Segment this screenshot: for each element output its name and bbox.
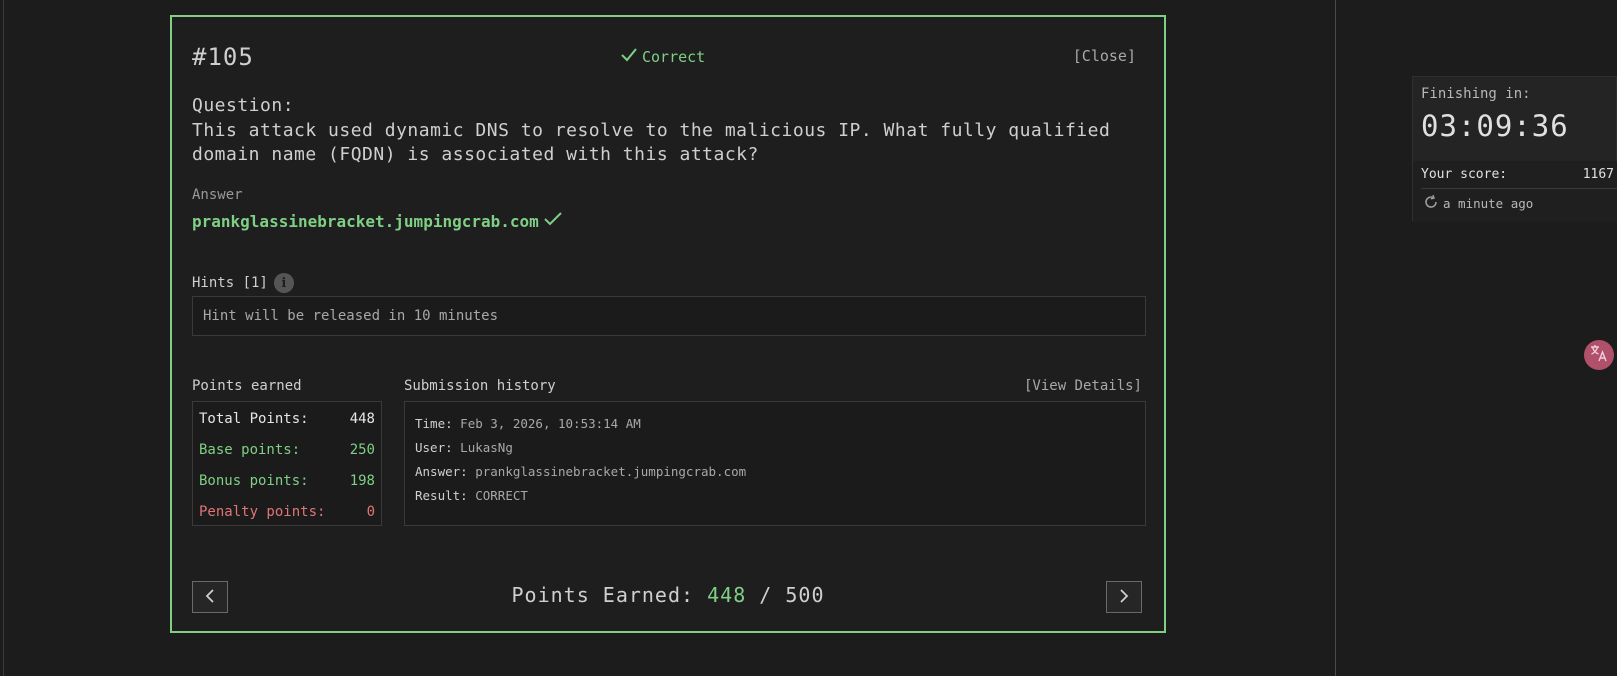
hints-label: Hints [1] [192, 275, 268, 291]
check-icon [543, 211, 563, 231]
bonus-points-row: Bonus points: 198 [199, 471, 375, 502]
penalty-points-label: Penalty points: [199, 504, 326, 520]
countdown-timer: 03:09:36 [1421, 109, 1569, 143]
question-modal: #105 Correct [Close] Question: This atta… [170, 15, 1166, 633]
finishing-label: Finishing in: [1421, 86, 1531, 102]
answer-value: prankglassinebracket.jumpingcrab.com [192, 211, 563, 231]
timer-score-panel: Finishing in: 03:09:36 Your score: 1167 … [1412, 76, 1617, 222]
answer-label: Answer [192, 187, 243, 203]
points-max-value: 500 [785, 583, 825, 607]
hint-box: Hint will be released in 10 minutes [192, 296, 1146, 336]
submission-time-row: Time: Feb 3, 2026, 10:53:14 AM [415, 412, 1135, 436]
base-points-label: Base points: [199, 442, 301, 458]
submission-result-row: Result: CORRECT [415, 484, 1135, 508]
score-separator [1421, 188, 1617, 189]
total-points-value: 448 [349, 411, 375, 427]
points-earned-label: Points earned [192, 378, 302, 394]
bonus-points-value: 198 [349, 473, 375, 489]
hints-header: Hints [1] i [192, 273, 294, 293]
score-area: Your score: 1167 a minute ago [1413, 161, 1617, 222]
hint-text: Hint will be released in 10 minutes [203, 308, 499, 324]
penalty-points-value: 0 [366, 504, 375, 520]
penalty-points-row: Penalty points: 0 [199, 502, 375, 533]
score-value: 1167 [1582, 167, 1614, 182]
points-earned-value: 448 [707, 583, 747, 607]
refresh-icon[interactable] [1423, 194, 1439, 213]
status-badge: Correct [620, 47, 705, 67]
points-separator: / [759, 583, 773, 607]
submission-answer-row: Answer: prankglassinebracket.jumpingcrab… [415, 460, 1135, 484]
submission-user-value: LukasNg [460, 440, 513, 455]
question-text: This attack used dynamic DNS to resolve … [192, 120, 1111, 165]
score-row: Your score: 1167 [1421, 167, 1614, 182]
base-points-row: Base points: 250 [199, 440, 375, 471]
submission-user-row: User: LukasNg [415, 436, 1135, 460]
close-button[interactable]: [Close] [1073, 47, 1136, 65]
points-earned-summary: Points Earned: 448 / 500 [172, 583, 1164, 607]
submission-history-label: Submission history [404, 378, 556, 394]
panel-divider [1335, 0, 1336, 676]
score-label: Your score: [1421, 167, 1508, 182]
submission-history-box: Time: Feb 3, 2026, 10:53:14 AM User: Luk… [404, 401, 1146, 526]
last-updated-text: a minute ago [1443, 196, 1534, 211]
points-earned-prefix: Points Earned: [511, 583, 695, 607]
question-label: Question: [192, 95, 295, 116]
bonus-points-label: Bonus points: [199, 473, 309, 489]
submission-result-value: CORRECT [475, 488, 528, 503]
status-text: Correct [642, 48, 706, 66]
total-points-label: Total Points: [199, 411, 309, 427]
base-points-value: 250 [349, 442, 375, 458]
last-updated: a minute ago [1423, 194, 1533, 213]
submission-answer-key: Answer: [415, 464, 468, 479]
submission-answer-value: prankglassinebracket.jumpingcrab.com [475, 464, 747, 479]
submission-time-key: Time: [415, 416, 453, 431]
submission-user-key: User: [415, 440, 453, 455]
chevron-right-icon [1119, 588, 1129, 607]
total-points-row: Total Points: 448 [199, 409, 375, 440]
check-icon [620, 47, 638, 67]
view-details-link[interactable]: [View Details] [1024, 378, 1142, 394]
page-edge-line [3, 0, 4, 676]
translate-icon [1589, 343, 1609, 367]
submission-time-value: Feb 3, 2026, 10:53:14 AM [460, 416, 641, 431]
answer-text: prankglassinebracket.jumpingcrab.com [192, 211, 539, 231]
question-number: #105 [192, 43, 254, 71]
translate-button[interactable] [1584, 340, 1614, 370]
next-question-button[interactable] [1106, 581, 1142, 613]
points-breakdown: Total Points: 448 Base points: 250 Bonus… [192, 401, 382, 526]
submission-result-key: Result: [415, 488, 468, 503]
info-icon[interactable]: i [273, 273, 294, 293]
